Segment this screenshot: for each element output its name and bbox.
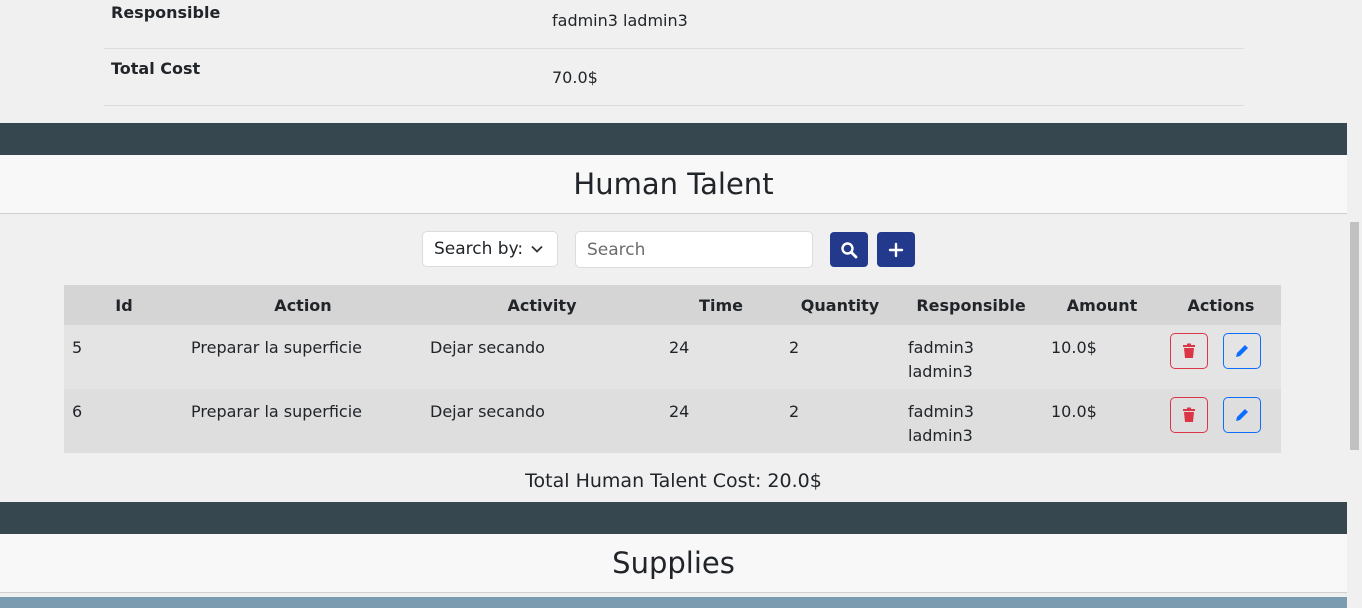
detail-label: Total Cost	[111, 59, 201, 78]
cell-quantity: 2	[789, 338, 800, 357]
trash-icon	[1183, 343, 1195, 358]
delete-button[interactable]	[1170, 397, 1208, 433]
supplies-toolbar-strip	[0, 597, 1347, 608]
section-band	[0, 502, 1347, 534]
cell-action: Preparar la superficie	[191, 402, 362, 421]
cell-amount: 10.0$	[1051, 338, 1097, 357]
column-header[interactable]: Time	[699, 296, 743, 315]
cell-action: Preparar la superficie	[191, 338, 362, 357]
search-input[interactable]	[575, 231, 813, 268]
detail-value: fadmin3 ladmin3	[552, 11, 688, 30]
pencil-icon	[1236, 409, 1248, 421]
cell-activity: Dejar secando	[430, 338, 545, 357]
supplies-title: Supplies	[0, 534, 1347, 593]
add-button[interactable]	[877, 232, 915, 267]
detail-row-total-cost: Total Cost 70.0$	[104, 49, 1244, 106]
table-header: Id Action Activity Time Quantity Respons…	[64, 285, 1281, 325]
delete-button[interactable]	[1170, 333, 1208, 369]
table-row: 5 Preparar la superficie Dejar secando 2…	[64, 325, 1281, 389]
column-header[interactable]: Responsible	[916, 296, 1025, 315]
cell-amount: 10.0$	[1051, 402, 1097, 421]
cell-id: 6	[72, 402, 83, 421]
edit-button[interactable]	[1223, 397, 1261, 433]
section-band	[0, 123, 1347, 155]
search-icon	[841, 241, 858, 258]
chevron-down-icon	[531, 245, 543, 253]
page-scrollbar[interactable]	[1347, 0, 1362, 608]
search-button[interactable]	[830, 232, 868, 267]
cell-time: 24	[669, 402, 690, 421]
trash-icon	[1183, 407, 1195, 422]
plus-icon	[888, 242, 904, 257]
detail-row-responsible: Responsible fadmin3 ladmin3	[104, 0, 1244, 49]
search-by-select[interactable]: Search by:	[422, 231, 558, 267]
edit-button[interactable]	[1223, 333, 1261, 369]
cell-id: 5	[72, 338, 83, 357]
total-human-talent-cost: Total Human Talent Cost: 20.0$	[525, 470, 822, 492]
cell-responsible: fadmin3 ladmin3	[908, 338, 974, 381]
cell-responsible: fadmin3 ladmin3	[908, 402, 974, 445]
table-row: 6 Preparar la superficie Dejar secando 2…	[64, 389, 1281, 453]
column-header[interactable]: Quantity	[801, 296, 879, 315]
pencil-icon	[1236, 345, 1248, 357]
column-header[interactable]: Id	[115, 296, 132, 315]
human-talent-title: Human Talent	[0, 155, 1347, 214]
column-header[interactable]: Actions	[1188, 296, 1255, 315]
search-by-label: Search by:	[434, 239, 524, 259]
cell-quantity: 2	[789, 402, 800, 421]
detail-value: 70.0$	[552, 68, 598, 87]
column-header[interactable]: Amount	[1067, 296, 1137, 315]
cell-activity: Dejar secando	[430, 402, 545, 421]
cell-time: 24	[669, 338, 690, 357]
column-header[interactable]: Activity	[508, 296, 577, 315]
column-header[interactable]: Action	[274, 296, 331, 315]
scrollbar-thumb[interactable]	[1350, 222, 1359, 450]
detail-label: Responsible	[111, 3, 221, 22]
